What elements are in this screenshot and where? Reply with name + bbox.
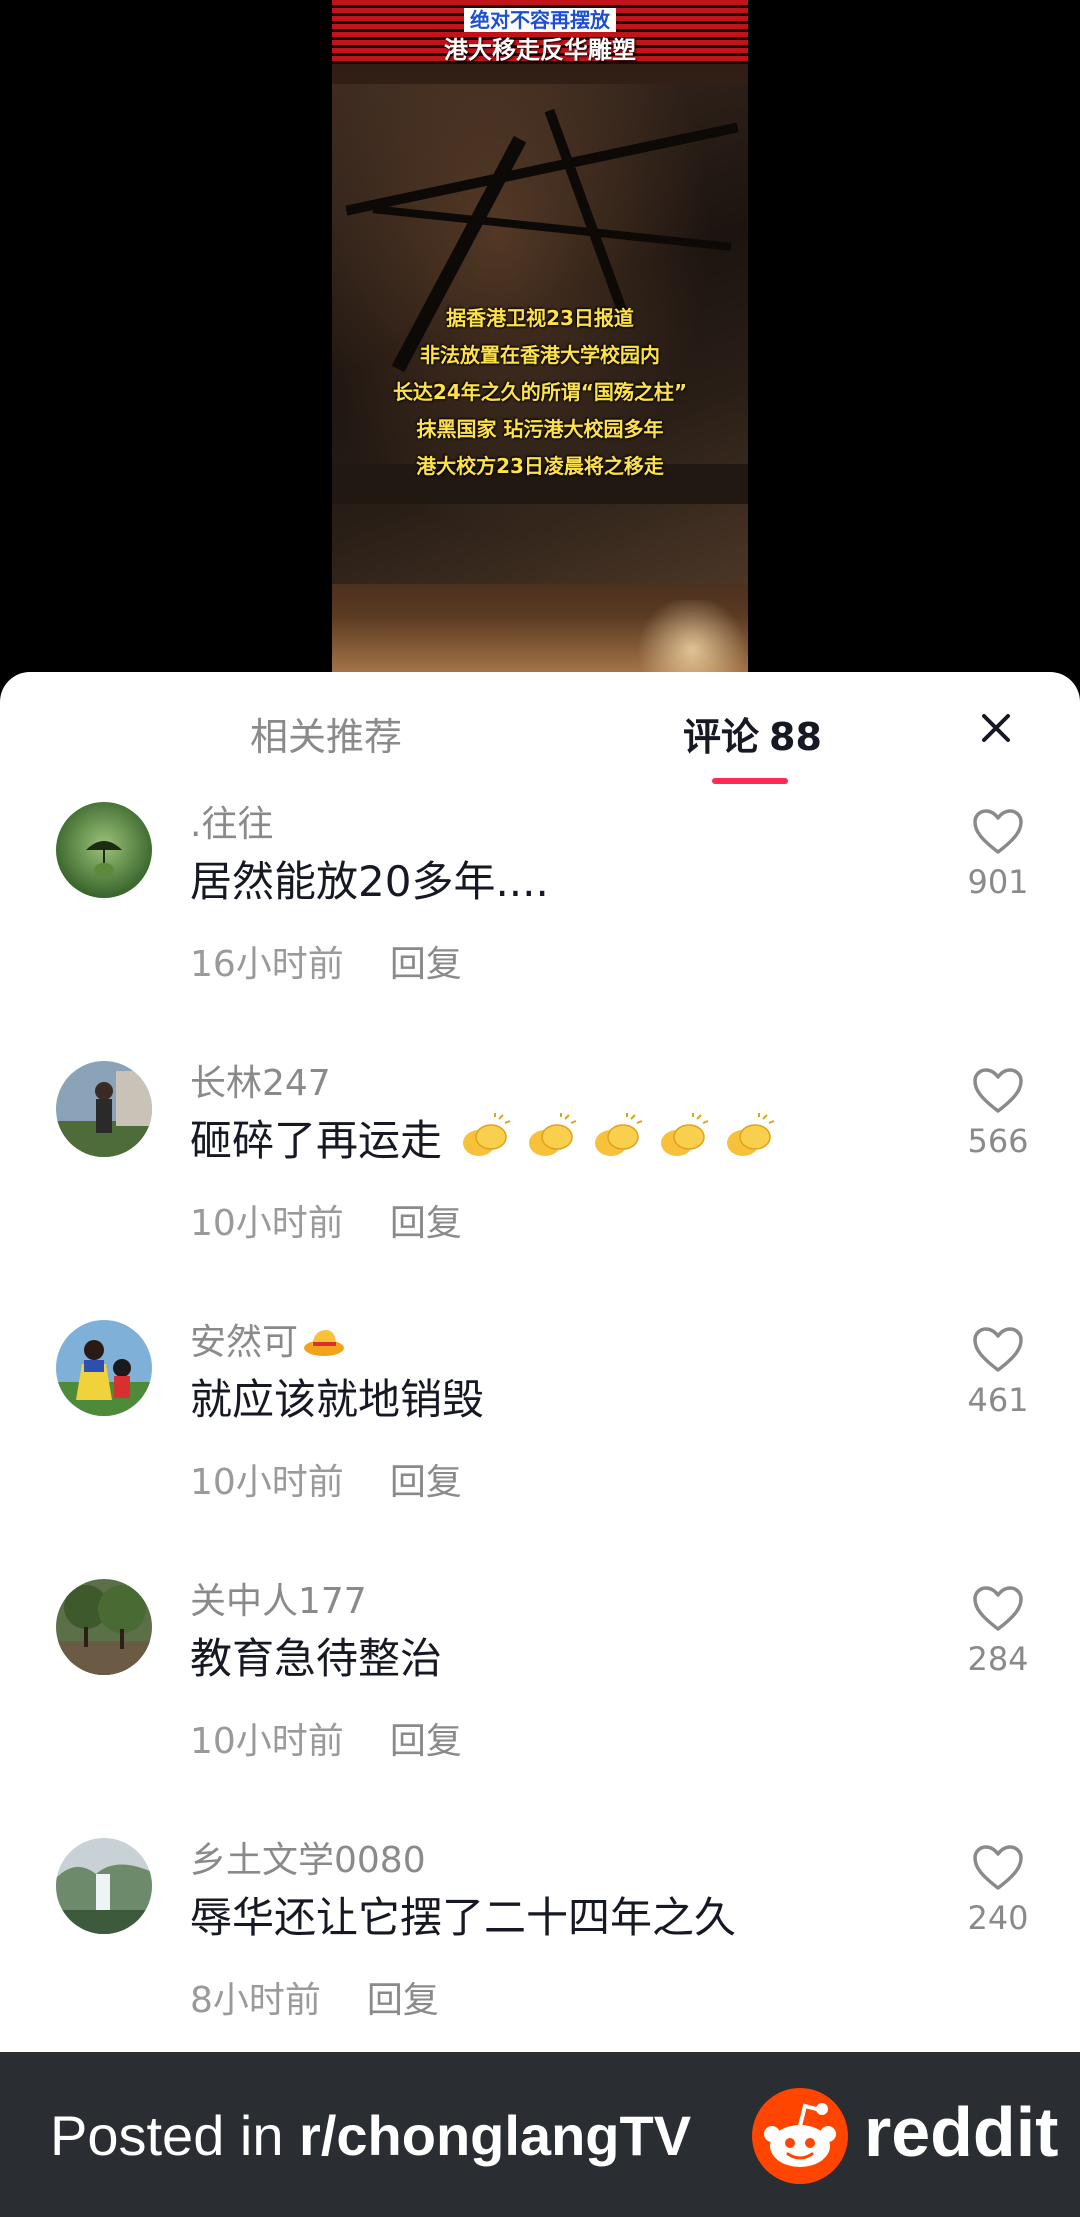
tab-comments[interactable]: 评论 88 [683, 712, 822, 762]
active-tab-indicator [712, 778, 788, 784]
clapping-hands-icon [661, 1113, 709, 1156]
comment-count: 88 [769, 715, 822, 759]
reddit-logo-icon [752, 2088, 848, 2184]
reddit-attribution-bar: Posted in r/chonglangTV reddit [0, 2052, 1080, 2217]
comment-username[interactable]: 长林247 [190, 1061, 331, 1107]
avatar[interactable] [56, 1579, 152, 1675]
comment-meta: 8小时前 回复 [190, 1978, 439, 2024]
comment-text: 就应该就地销毁 [190, 1375, 485, 1424]
heart-icon [973, 1327, 1023, 1372]
reply-button[interactable]: 回复 [390, 1462, 462, 1503]
comments-sheet: 相关推荐 评论 88 .往往 居然能放20多年.... 16小时前 回复 901… [0, 672, 1080, 2052]
comment-text-body: 砸碎了再运走 [190, 1116, 443, 1165]
close-icon [982, 714, 1010, 742]
hat-icon [304, 1330, 345, 1356]
reply-button[interactable]: 回复 [367, 1980, 439, 2021]
comment-time: 10小时前 [190, 1462, 344, 1503]
tab-comments-label: 评论 [683, 715, 760, 759]
comment-meta: 10小时前 回复 [190, 1719, 462, 1765]
like-button[interactable]: 901 [966, 808, 1030, 902]
posted-in-label: Posted in r/chonglangTV [50, 2104, 691, 2168]
comment-time: 8小时前 [190, 1980, 321, 2021]
video-captions: 据香港卫视23日报道 非法放置在香港大学校园内 长达24年之久的所谓“国殇之柱”… [332, 300, 748, 485]
caption-line: 港大校方23日凌晨将之移走 [416, 454, 664, 478]
comment-time: 16小时前 [190, 944, 344, 985]
clapping-hands-emoji-group [455, 1113, 785, 1165]
comment-time: 10小时前 [190, 1203, 344, 1244]
like-count: 284 [967, 1640, 1029, 1678]
clapping-hands-icon [727, 1113, 775, 1156]
like-button[interactable]: 240 [966, 1844, 1030, 1938]
comment-time: 10小时前 [190, 1721, 344, 1762]
comment-username[interactable]: 安然可 [190, 1320, 346, 1366]
tab-related-recommendations[interactable]: 相关推荐 [250, 712, 402, 762]
like-count: 901 [967, 863, 1029, 901]
caption-line: 长达24年之久的所谓“国殇之柱” [392, 380, 688, 404]
banner-title: 港大移走反华雕塑 [444, 36, 636, 64]
video-player[interactable]: 绝对不容再摆放 港大移走反华雕塑 据香港卫视23日报道 非法放置在香港大学校园内… [0, 0, 1080, 700]
like-count: 240 [967, 1899, 1029, 1937]
clapping-hands-icon [529, 1113, 577, 1156]
like-button[interactable]: 284 [966, 1585, 1030, 1679]
comment-username-text: 安然可 [190, 1322, 299, 1363]
reply-button[interactable]: 回复 [390, 1203, 462, 1244]
reply-button[interactable]: 回复 [390, 944, 462, 985]
caption-line: 非法放置在香港大学校园内 [420, 343, 660, 367]
video-frame[interactable]: 绝对不容再摆放 港大移走反华雕塑 据香港卫视23日报道 非法放置在香港大学校园内… [332, 0, 748, 700]
heart-icon [973, 1845, 1023, 1890]
clapping-hands-icon [463, 1113, 511, 1156]
like-button[interactable]: 566 [966, 1067, 1030, 1161]
comment-meta: 16小时前 回复 [190, 942, 462, 988]
comment-meta: 10小时前 回复 [190, 1201, 462, 1247]
avatar[interactable] [56, 1838, 152, 1934]
comment-text: 辱华还让它摆了二十四年之久 [190, 1893, 737, 1942]
like-count: 566 [967, 1122, 1029, 1160]
avatar[interactable] [56, 1320, 152, 1416]
like-count: 461 [967, 1381, 1029, 1419]
caption-line: 抹黑国家 玷污港大校园多年 [416, 417, 664, 441]
comment-item: 长林247 砸碎了再运走 10小时前 回复 566 [0, 1061, 1080, 1320]
caption-line: 据香港卫视23日报道 [446, 306, 634, 330]
avatar[interactable] [56, 1061, 152, 1157]
heart-icon [973, 809, 1023, 854]
reply-button[interactable]: 回复 [390, 1721, 462, 1762]
banner-subtitle: 绝对不容再摆放 [464, 8, 616, 32]
comment-text: 砸碎了再运走 [190, 1113, 785, 1169]
posted-prefix: Posted in [50, 2104, 300, 2167]
reddit-wordmark: reddit [864, 2093, 1059, 2171]
comment-username[interactable]: .往往 [190, 802, 273, 848]
heart-icon [973, 1586, 1023, 1631]
comment-item: .往往 居然能放20多年.... 16小时前 回复 901 [0, 802, 1080, 1061]
avatar[interactable] [56, 802, 152, 898]
video-headline-banner: 绝对不容再摆放 港大移走反华雕塑 [332, 0, 748, 64]
comment-item: 关中人177 教育急待整治 10小时前 回复 284 [0, 1579, 1080, 1838]
comment-text: 居然能放20多年.... [190, 857, 549, 906]
heart-icon [973, 1068, 1023, 1113]
comment-meta: 10小时前 回复 [190, 1460, 462, 1506]
comment-username[interactable]: 乡土文学0080 [190, 1838, 426, 1884]
comment-item: 安然可 就应该就地销毁 10小时前 回复 461 [0, 1320, 1080, 1579]
close-button[interactable] [976, 708, 1016, 748]
comment-text: 教育急待整治 [190, 1634, 443, 1683]
clapping-hands-icon [595, 1113, 643, 1156]
subreddit-link[interactable]: r/chonglangTV [299, 2104, 691, 2167]
like-button[interactable]: 461 [966, 1326, 1030, 1420]
comment-username[interactable]: 关中人177 [190, 1579, 367, 1625]
